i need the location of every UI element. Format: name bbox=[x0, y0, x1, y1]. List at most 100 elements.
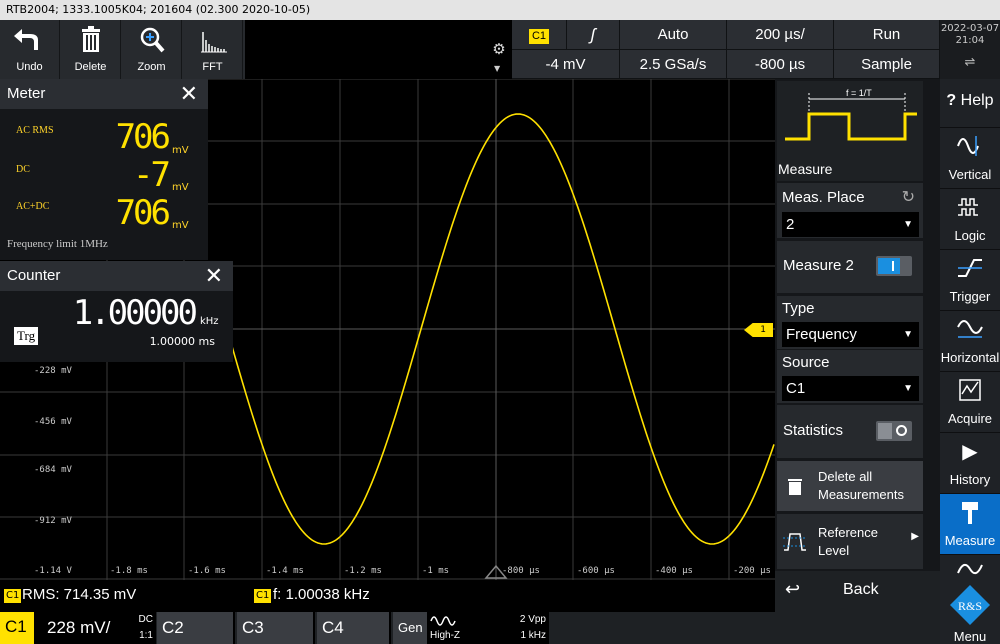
refresh-icon[interactable]: ↻ bbox=[902, 187, 915, 207]
statistics-label: Statistics bbox=[783, 422, 844, 439]
pulse-formula: f = 1/T bbox=[843, 88, 875, 98]
sample-rate-display: 2.5 GSa/s bbox=[620, 50, 727, 79]
gear-icon[interactable]: ⚙ bbox=[488, 40, 510, 62]
date-time: 2022-03-07 21:04 ⇌ bbox=[940, 20, 1000, 79]
close-icon[interactable]: ✕ bbox=[180, 79, 198, 109]
fft-button[interactable]: FFT bbox=[183, 20, 243, 79]
measure-menu-header: f = 1/T Measure bbox=[777, 81, 923, 181]
right-sidebar: ? Help Vertical Logic Trigger Horizontal… bbox=[940, 79, 1000, 644]
meas-place-select[interactable]: 2 ▼ bbox=[782, 212, 919, 237]
delete-button[interactable]: Delete bbox=[61, 20, 121, 79]
statistics-toggle[interactable] bbox=[876, 421, 912, 441]
trigger-slope-button[interactable]: ʃ bbox=[567, 20, 620, 50]
x-label: -400 µs bbox=[655, 566, 693, 576]
close-icon[interactable]: ✕ bbox=[205, 261, 223, 291]
back-label: Back bbox=[843, 581, 879, 598]
title-bar: RTB2004; 1333.1005K04; 201604 (02.300 20… bbox=[0, 0, 1000, 20]
x-label: -1.8 ms bbox=[110, 566, 148, 576]
frequency-limit: Frequency limit 1MHz bbox=[7, 238, 108, 250]
measure2-label: Measure 2 bbox=[783, 257, 854, 274]
wave-icon bbox=[940, 559, 1000, 582]
menu-label: Menu bbox=[953, 629, 987, 644]
acquire-mode-button[interactable]: Sample bbox=[834, 50, 940, 79]
counter-unit: kHz bbox=[200, 316, 219, 327]
chevron-down-icon: ▼ bbox=[903, 329, 913, 340]
x-label: -600 µs bbox=[577, 566, 615, 576]
generator-tab[interactable]: Gen High-Z 2 Vpp 1 kHz bbox=[393, 612, 549, 644]
measurement2-result[interactable]: f: 1.00038 kHz bbox=[273, 586, 370, 603]
timebase-button[interactable]: 200 µs/ bbox=[727, 20, 834, 50]
horizontal-icon bbox=[940, 317, 1000, 341]
meas-place-row[interactable]: Meas. Place ↻ 2 ▼ bbox=[777, 183, 923, 238]
run-stop-button[interactable]: Run bbox=[834, 20, 940, 50]
fft-icon bbox=[183, 26, 242, 53]
dc-label: DC bbox=[16, 164, 30, 175]
undo-icon bbox=[0, 26, 59, 52]
measure-button[interactable]: Measure bbox=[940, 494, 1000, 555]
x-label: -1.4 ms bbox=[266, 566, 304, 576]
undo-button[interactable]: Undo bbox=[0, 20, 60, 79]
acdc-label: AC+DC bbox=[16, 201, 50, 212]
measurement1-channel: C1 bbox=[4, 589, 22, 603]
logic-button[interactable]: Logic bbox=[940, 189, 1000, 250]
menu-button[interactable]: R&S Menu bbox=[940, 555, 1000, 644]
usb-icon: ⇌ bbox=[964, 55, 976, 70]
type-label: Type bbox=[782, 300, 815, 317]
horizontal-position-button[interactable]: -800 µs bbox=[727, 50, 834, 79]
vertical-button[interactable]: Vertical bbox=[940, 128, 1000, 189]
history-button[interactable]: ▶ History bbox=[940, 433, 1000, 494]
vertical-icon bbox=[940, 134, 1000, 158]
reference-level-icon bbox=[783, 530, 807, 557]
counter-value: 1.00000 bbox=[72, 293, 198, 333]
channel3-tab[interactable]: C3 bbox=[237, 612, 315, 644]
channel4-tab[interactable]: C4 bbox=[317, 612, 391, 644]
rising-edge-icon: ʃ bbox=[590, 25, 596, 44]
channel1-probe: 1:1 bbox=[139, 630, 153, 641]
delete-all-button[interactable]: Delete all Measurements bbox=[777, 461, 923, 511]
measure-icon bbox=[940, 500, 1000, 524]
logic-icon bbox=[940, 195, 1000, 219]
ac-rms-value: 706 bbox=[115, 117, 171, 157]
time-text: 21:04 bbox=[955, 35, 985, 46]
measure2-row[interactable]: Measure 2 bbox=[777, 241, 923, 293]
measure2-toggle[interactable] bbox=[876, 256, 912, 276]
source-select[interactable]: C1 ▼ bbox=[782, 376, 919, 401]
channel1-coupling: DC bbox=[138, 614, 153, 625]
dc-unit: mV bbox=[172, 182, 189, 193]
trigger-level-button[interactable]: -4 mV bbox=[512, 50, 620, 79]
channel1-tab[interactable]: C1 228 mV/ DC 1:1 bbox=[0, 612, 156, 644]
delete-all-label: Delete all Measurements bbox=[818, 469, 904, 502]
acquire-button[interactable]: Acquire bbox=[940, 372, 1000, 433]
type-select[interactable]: Frequency ▼ bbox=[782, 322, 919, 347]
measurement-status-bar: C1 RMS: 714.35 mV C1 f: 1.00038 kHz bbox=[0, 580, 775, 612]
measurement1-result[interactable]: RMS: 714.35 mV bbox=[22, 586, 136, 603]
acquire-icon bbox=[940, 378, 1000, 402]
trash-icon bbox=[787, 477, 803, 500]
back-button[interactable]: ↩ Back bbox=[775, 571, 940, 612]
source-label: Source bbox=[782, 354, 830, 371]
statistics-row[interactable]: Statistics bbox=[777, 405, 923, 458]
y-label: -912 mV bbox=[34, 516, 72, 526]
reference-level-button[interactable]: Reference Level ▶ bbox=[777, 514, 923, 569]
channel2-tab[interactable]: C2 bbox=[157, 612, 235, 644]
channel-cell[interactable]: C1 bbox=[512, 20, 567, 50]
generator-frequency: 1 kHz bbox=[520, 630, 546, 641]
y-label: -1.14 V bbox=[34, 566, 72, 576]
help-button[interactable]: ? Help bbox=[940, 79, 1000, 128]
zoom-button[interactable]: Zoom bbox=[122, 20, 182, 79]
chevron-down-icon: ▼ bbox=[903, 383, 913, 394]
trigger-mode-button[interactable]: Auto bbox=[620, 20, 727, 50]
trigger-badge: Trg bbox=[14, 327, 39, 345]
meter-panel: Meter ✕ AC RMS 706 mV DC -7 mV AC+DC 706 … bbox=[0, 79, 208, 260]
x-label: -800 µs bbox=[502, 566, 540, 576]
svg-text:R&S: R&S bbox=[958, 599, 982, 613]
horizontal-button[interactable]: Horizontal bbox=[940, 311, 1000, 372]
trigger-button[interactable]: Trigger bbox=[940, 250, 1000, 311]
source-row[interactable]: Source C1 ▼ bbox=[777, 350, 923, 403]
y-label: -228 mV bbox=[34, 366, 72, 376]
chevron-down-icon: ▼ bbox=[494, 64, 501, 73]
toolbar: Undo Delete Zoom FFT bbox=[0, 20, 245, 79]
type-row[interactable]: Type Frequency ▼ bbox=[777, 296, 923, 349]
chevron-right-icon: ▶ bbox=[911, 531, 919, 542]
chevron-down-icon: ▼ bbox=[903, 219, 913, 230]
